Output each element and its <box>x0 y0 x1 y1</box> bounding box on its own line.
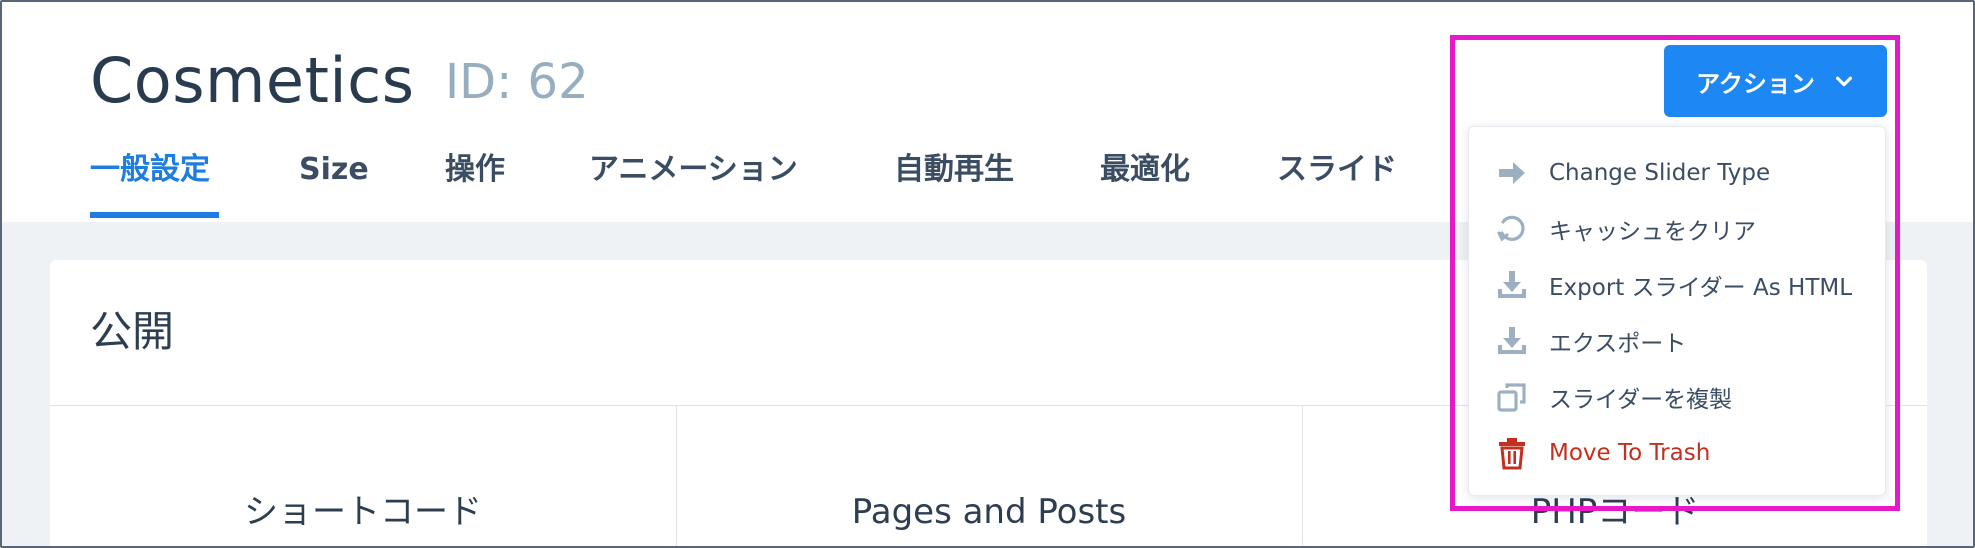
active-tab-indicator <box>90 212 219 218</box>
tab-size[interactable]: Size <box>299 150 369 190</box>
highlight-annotation <box>1450 35 1900 511</box>
tab-animation[interactable]: アニメーション <box>589 150 798 190</box>
tab-slides[interactable]: スライド <box>1277 150 1397 190</box>
tab-controls[interactable]: 操作 <box>445 150 505 190</box>
publish-title: 公開 <box>90 307 175 356</box>
settings-tabs: 一般設定 Size 操作 アニメーション 自動再生 最適化 スライド <box>2 142 1442 222</box>
tab-optimize[interactable]: 最適化 <box>1100 150 1190 190</box>
pages-posts-label[interactable]: Pages and Posts <box>676 490 1302 534</box>
app-window: Cosmetics ID: 62 一般設定 Size 操作 アニメーション 自動… <box>0 0 1975 548</box>
page-title: Cosmetics <box>90 44 415 117</box>
tab-general[interactable]: 一般設定 <box>90 150 210 190</box>
slider-id: ID: 62 <box>445 54 589 110</box>
shortcode-label[interactable]: ショートコード <box>50 490 676 534</box>
tab-autoplay[interactable]: 自動再生 <box>894 150 1014 190</box>
